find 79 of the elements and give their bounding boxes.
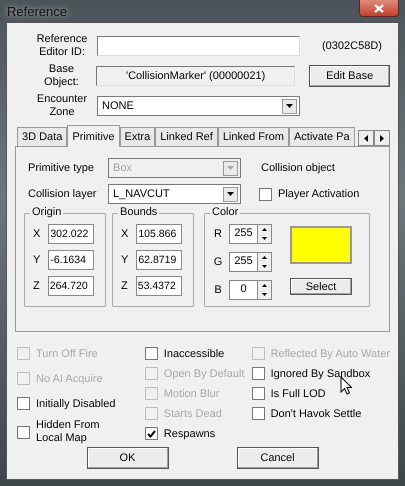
tab[interactable]: Primitive <box>67 125 120 147</box>
up-arrow-icon <box>262 256 267 259</box>
checkbox-label: Hidden From Local Map <box>36 419 101 445</box>
number-field[interactable]: 264.720 <box>48 276 94 296</box>
number-field[interactable]: -6.1634 <box>48 250 94 270</box>
down-arrow-icon <box>262 293 267 296</box>
checkbox-label: Respawns <box>164 428 216 440</box>
up-arrow-icon <box>262 228 267 231</box>
checkbox-label: Is Full LOD <box>270 388 326 400</box>
checkbox-label: Ignored By Sandbox <box>270 368 370 380</box>
section-label: Collision object <box>261 162 335 174</box>
checkbox[interactable] <box>252 407 265 420</box>
channel-label: G <box>213 256 223 268</box>
axis-label: X <box>33 228 40 240</box>
channel-label: R <box>213 228 223 240</box>
checkbox[interactable] <box>252 387 265 400</box>
dropdown-arrow-icon <box>227 166 234 170</box>
form-id-text: (0302C58D) <box>322 40 382 52</box>
checkbox-label: Open By Default <box>164 368 244 380</box>
tab[interactable]: 3D Data <box>17 127 68 146</box>
field-label: Collision layer <box>27 188 98 200</box>
checkbox[interactable] <box>252 367 265 380</box>
axis-label: Y <box>33 254 40 266</box>
checkbox-label: Reflected By Auto Water <box>270 348 390 360</box>
tab-scroll-left-button[interactable] <box>358 130 374 146</box>
number-field[interactable]: 53.4372 <box>136 276 182 296</box>
axis-label: Z <box>33 280 40 292</box>
field-label: Reference Editor ID: <box>36 33 88 59</box>
checkbox[interactable] <box>17 397 30 410</box>
checkbox[interactable] <box>144 347 158 360</box>
checkbox[interactable] <box>144 427 158 440</box>
dropdown-arrow-icon <box>286 104 293 108</box>
checkbox-label: Don't Havok Settle <box>270 408 362 420</box>
editor-id-field[interactable] <box>97 36 300 56</box>
collision-layer-dropdown[interactable]: L_NAVCUT <box>108 184 241 204</box>
field-label: Primitive type <box>27 162 96 174</box>
dialog-button[interactable]: OK <box>86 447 168 469</box>
checkbox[interactable] <box>259 188 272 200</box>
number-field[interactable]: 302.022 <box>48 224 94 244</box>
checkbox-label: No AI Acquire <box>36 372 103 384</box>
mouse-pointer-icon <box>340 376 352 395</box>
encounter-zone-dropdown[interactable]: NONE <box>97 96 300 116</box>
select-button[interactable]: Select <box>290 278 352 295</box>
dialog-button[interactable]: Cancel <box>236 447 318 469</box>
left-arrow-icon <box>364 134 368 142</box>
window-title: Reference <box>6 4 67 18</box>
group-title: Color <box>210 206 240 218</box>
checkbox-label: Starts Dead <box>164 408 222 420</box>
tab[interactable]: Linked Ref <box>155 127 218 146</box>
number-field[interactable]: 105.866 <box>136 224 182 244</box>
checkbox-label: Inaccessible <box>164 348 224 360</box>
down-arrow-icon <box>262 265 267 268</box>
right-arrow-icon <box>380 134 384 142</box>
color-swatch <box>290 226 352 264</box>
down-arrow-icon <box>262 237 267 240</box>
tab[interactable]: Activate Pa <box>288 127 355 146</box>
checkbox-label: Initially Disabled <box>36 398 116 410</box>
checkbox-label: Player Activation <box>278 188 360 200</box>
dropdown-arrow-icon <box>227 192 234 196</box>
checkbox-label: Turn Off Fire <box>36 348 98 360</box>
axis-label: Z <box>121 280 128 292</box>
edit-base-button[interactable]: Edit Base <box>309 65 390 87</box>
axis-label: Y <box>121 254 128 266</box>
checkbox-label: Motion Blur <box>164 388 220 400</box>
tab[interactable]: Extra <box>120 127 156 146</box>
tab-scroll-right-button[interactable] <box>374 130 390 146</box>
field-label: Encounter Zone <box>36 93 88 119</box>
base-object-field: 'CollisionMarker' (00000021) <box>96 66 296 86</box>
group-title: Bounds <box>118 206 160 218</box>
close-icon <box>374 4 384 12</box>
checkbox[interactable] <box>17 426 30 438</box>
field-label: Base Object: <box>43 63 80 89</box>
tab[interactable]: Linked From <box>218 127 289 146</box>
group-title: Origin <box>30 206 64 218</box>
up-arrow-icon <box>262 284 267 287</box>
channel-label: B <box>213 284 223 296</box>
close-button[interactable] <box>359 0 399 17</box>
axis-label: X <box>121 228 128 240</box>
number-field[interactable]: 62.8719 <box>136 250 182 270</box>
